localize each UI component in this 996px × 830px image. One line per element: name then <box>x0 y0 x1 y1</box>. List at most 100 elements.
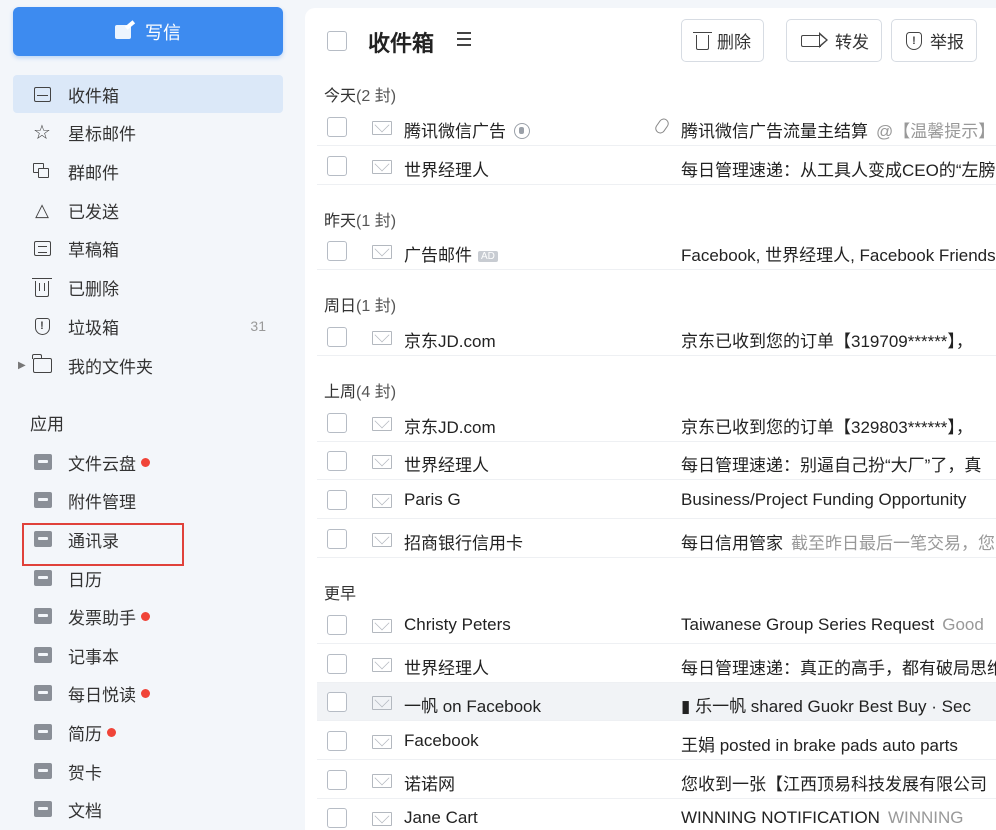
sender-name: 世界经理人 <box>404 161 489 180</box>
notification-dot <box>141 611 150 621</box>
app-item-resume[interactable]: 简历 <box>13 713 283 751</box>
app-item-document[interactable]: 文档 <box>13 790 283 828</box>
sidebar-item-spam[interactable]: ! 垃圾箱 31 <box>13 307 283 345</box>
notepad-icon <box>34 647 52 663</box>
notification-dot <box>141 688 150 698</box>
group-label-sunday: 周日(1 封) <box>324 298 397 315</box>
row-checkbox[interactable] <box>327 327 347 347</box>
group-mail-icon <box>32 161 52 181</box>
group-label-last-week: 上周(4 封) <box>324 384 397 401</box>
row-checkbox[interactable] <box>327 692 347 712</box>
sender-verified-icon <box>514 123 530 139</box>
app-item-attachments[interactable]: 附件管理 <box>13 481 283 519</box>
email-subject: Taiwanese Group Series Request <box>681 615 935 634</box>
sidebar: 写信 收件箱 ☆ 星标邮件 群邮件 △ 已发送 草稿箱 已删除 ! 垃圾箱 31… <box>0 0 300 830</box>
app-item-notepad[interactable]: 记事本 <box>13 636 283 674</box>
sidebar-item-label: 已删除 <box>68 279 119 299</box>
report-button[interactable]: ! 举报 <box>891 19 977 62</box>
delete-button[interactable]: 删除 <box>681 19 764 62</box>
sidebar-item-starred[interactable]: ☆ 星标邮件 <box>13 113 283 151</box>
row-checkbox[interactable] <box>327 529 347 549</box>
folder-icon <box>31 353 52 375</box>
email-row[interactable]: 世界经理人 每日管理速递：别逼自己扮“大厂”了，真 <box>317 442 996 480</box>
email-row[interactable]: 广告邮件 AD Facebook, 世界经理人, Facebook Friends <box>317 232 996 270</box>
app-item-cloud-drive[interactable]: 文件云盘 <box>13 443 283 481</box>
attachment-manager-icon <box>34 492 52 508</box>
sidebar-item-inbox[interactable]: 收件箱 <box>13 75 283 113</box>
compose-label: 写信 <box>145 22 181 43</box>
sidebar-item-label: 已发送 <box>68 202 119 222</box>
row-checkbox[interactable] <box>327 654 347 674</box>
trash-icon <box>32 277 52 297</box>
email-row[interactable]: Paris G Business/Project Funding Opportu… <box>317 481 996 519</box>
report-icon: ! <box>906 31 922 50</box>
compose-icon <box>115 19 137 41</box>
sidebar-item-sent[interactable]: △ 已发送 <box>13 191 283 229</box>
sidebar-item-deleted[interactable]: 已删除 <box>13 268 283 306</box>
envelope-icon <box>372 619 392 633</box>
app-item-daily-read[interactable]: 每日悦读 <box>13 674 283 712</box>
sender-name: 广告邮件 <box>404 246 472 265</box>
envelope-icon <box>372 735 392 749</box>
row-checkbox[interactable] <box>327 156 347 176</box>
report-label: 举报 <box>930 33 964 52</box>
app-item-greeting-card[interactable]: 贺卡 <box>13 752 283 790</box>
ad-badge: AD <box>478 251 498 262</box>
row-checkbox[interactable] <box>327 490 347 510</box>
forward-icon <box>801 31 828 48</box>
email-subject: 每日管理速递：从工具人变成CEO的“左膀右臂” <box>681 161 996 180</box>
sender-name: 世界经理人 <box>404 659 489 678</box>
row-checkbox[interactable] <box>327 413 347 433</box>
email-row[interactable]: 诺诺网 您收到一张【江西顶易科技发展有限公司 <box>317 761 996 799</box>
envelope-icon <box>372 160 392 174</box>
select-all-checkbox[interactable] <box>327 31 347 51</box>
resume-icon <box>34 724 52 740</box>
email-row[interactable]: 世界经理人 每日管理速递：真正的高手，都有破局思维 <box>317 645 996 683</box>
sender-name: 诺诺网 <box>404 775 455 794</box>
email-preview: 截至昨日最后一笔交易，您 <box>791 534 995 553</box>
email-row[interactable]: 世界经理人 每日管理速递：从工具人变成CEO的“左膀右臂” <box>317 147 996 185</box>
draft-icon <box>32 238 52 258</box>
email-row[interactable]: Christy Peters Taiwanese Group Series Re… <box>317 606 996 644</box>
email-preview: WINNING <box>887 808 964 827</box>
sidebar-item-label: 垃圾箱 <box>68 318 119 338</box>
sent-icon: △ <box>35 199 49 220</box>
group-label-yesterday: 昨天(1 封) <box>324 213 397 230</box>
row-checkbox[interactable] <box>327 451 347 471</box>
email-row[interactable]: 招商银行信用卡 每日信用管家 截至昨日最后一笔交易，您 <box>317 520 996 558</box>
row-checkbox[interactable] <box>327 770 347 790</box>
app-item-label: 文件云盘 <box>68 454 136 474</box>
email-row[interactable]: 京东JD.com 京东已收到您的订单【329803******】， <box>317 404 996 442</box>
sidebar-item-my-folders[interactable]: ▶ 我的文件夹 <box>13 346 283 384</box>
compose-button[interactable]: 写信 <box>13 7 283 56</box>
row-checkbox[interactable] <box>327 808 347 828</box>
row-checkbox[interactable] <box>327 731 347 751</box>
envelope-icon <box>372 696 392 710</box>
envelope-icon <box>372 774 392 788</box>
email-row[interactable]: 腾讯微信广告 腾讯微信广告流量主结算 @【温馨提示】 <box>317 108 996 146</box>
email-row[interactable]: Jane Cart WINNING NOTIFICATION WINNING <box>317 799 996 830</box>
menu-icon[interactable] <box>457 32 471 46</box>
expand-arrow-icon[interactable]: ▶ <box>18 360 26 371</box>
email-row[interactable]: 京东JD.com 京东已收到您的订单【319709******】， <box>317 318 996 356</box>
email-row[interactable]: 一帆 on Facebook ▮ 乐一帆 shared Guokr Best B… <box>317 683 996 721</box>
sidebar-item-group-mail[interactable]: 群邮件 <box>13 152 283 190</box>
sender-name: Paris G <box>404 490 461 509</box>
attachment-icon <box>653 116 671 136</box>
email-subject: 京东已收到您的订单【329803******】， <box>681 418 973 437</box>
email-subject: 王娟 posted in brake pads auto parts <box>681 736 958 755</box>
app-item-label: 文档 <box>68 801 102 821</box>
row-checkbox[interactable] <box>327 241 347 261</box>
row-checkbox[interactable] <box>327 615 347 635</box>
sidebar-item-label: 我的文件夹 <box>68 357 153 377</box>
row-checkbox[interactable] <box>327 117 347 137</box>
group-label-earlier: 更早 <box>324 586 357 603</box>
email-row[interactable]: Facebook 王娟 posted in brake pads auto pa… <box>317 722 996 760</box>
email-subject: ▮ 乐一帆 shared Guokr Best Buy · Sec <box>681 697 971 716</box>
sidebar-item-drafts[interactable]: 草稿箱 <box>13 229 283 267</box>
app-item-label: 贺卡 <box>68 763 102 783</box>
sidebar-item-label: 群邮件 <box>68 163 119 183</box>
app-item-label: 记事本 <box>68 647 119 667</box>
app-item-invoice[interactable]: 发票助手 <box>13 597 283 635</box>
forward-button[interactable]: 转发 <box>786 19 882 62</box>
